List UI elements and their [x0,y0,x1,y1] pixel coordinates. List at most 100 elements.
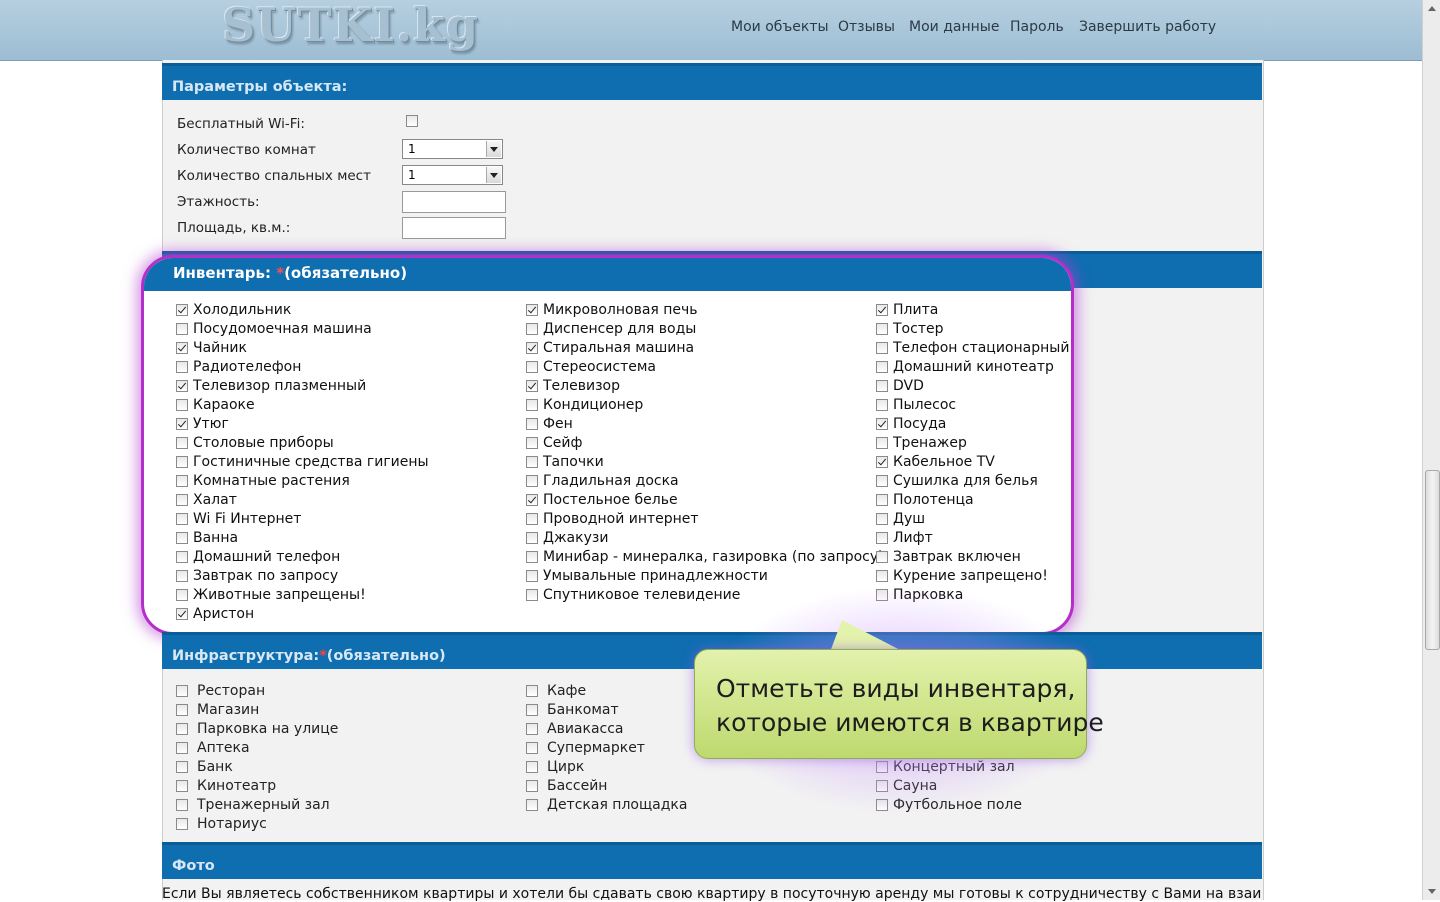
inventory-checkbox[interactable] [526,531,538,544]
inventory-checkbox[interactable] [876,322,888,335]
infrastructure-checkbox[interactable] [176,741,188,754]
beds-select[interactable]: 1 [402,165,503,185]
inventory-item[interactable]: Холодильник [176,300,291,319]
inventory-item[interactable]: Wi Fi Интернет [176,509,301,528]
infrastructure-item[interactable]: Цирк [526,757,584,776]
infrastructure-checkbox[interactable] [176,703,188,716]
inventory-checkbox[interactable] [176,322,188,335]
inventory-item[interactable]: Домашний телефон [176,547,340,566]
inventory-checkbox[interactable] [526,512,538,525]
inventory-checkbox[interactable] [876,474,888,487]
inventory-item[interactable]: Стереосистема [526,357,656,376]
inventory-checkbox[interactable] [876,303,888,316]
inventory-checkbox[interactable] [176,360,188,373]
inventory-checkbox[interactable] [876,379,888,392]
inventory-item[interactable]: Минибар - минералка, газировка (по запро… [526,547,884,566]
inventory-item[interactable]: Пылесос [876,395,956,414]
inventory-item[interactable]: Тостер [876,319,943,338]
inventory-checkbox[interactable] [526,322,538,335]
inventory-checkbox[interactable] [526,455,538,468]
infrastructure-item[interactable]: Ресторан [176,681,265,700]
inventory-checkbox[interactable] [526,569,538,582]
inventory-item[interactable]: Стиральная машина [526,338,694,357]
inventory-item[interactable]: Гладильная доска [526,471,679,490]
inventory-item[interactable]: Халат [176,490,237,509]
inventory-item[interactable]: Завтрак по запросу [176,566,338,585]
inventory-item[interactable]: Столовые приборы [176,433,334,452]
inventory-item[interactable]: Животные запрещены! [176,585,366,604]
inventory-checkbox[interactable] [876,550,888,563]
inventory-checkbox[interactable] [526,474,538,487]
inventory-checkbox[interactable] [526,398,538,411]
inventory-item[interactable]: Ванна [176,528,238,547]
inventory-checkbox[interactable] [876,360,888,373]
inventory-checkbox[interactable] [176,379,188,392]
infrastructure-checkbox[interactable] [526,722,538,735]
inventory-item[interactable]: Телевизор [526,376,620,395]
scroll-down-icon[interactable] [1423,883,1440,900]
inventory-item[interactable]: Посуда [876,414,946,433]
nav-my-data[interactable]: Мои данные [909,19,999,35]
inventory-checkbox[interactable] [526,550,538,563]
inventory-checkbox[interactable] [176,474,188,487]
inventory-item[interactable]: Телевизор плазменный [176,376,366,395]
inventory-checkbox[interactable] [176,417,188,430]
nav-logout[interactable]: Завершить работу [1079,19,1216,35]
inventory-item[interactable]: Кондиционер [526,395,643,414]
inventory-item[interactable]: Чайник [176,338,247,357]
infrastructure-item[interactable]: Тренажерный зал [176,795,330,814]
inventory-item[interactable]: Умывальные принадлежности [526,566,768,585]
infrastructure-item[interactable]: Бассейн [526,776,607,795]
inventory-checkbox[interactable] [526,303,538,316]
inventory-checkbox[interactable] [176,341,188,354]
inventory-item[interactable]: Джакузи [526,528,608,547]
nav-reviews[interactable]: Отзывы [838,19,895,35]
inventory-item[interactable]: Радиотелефон [176,357,301,376]
inventory-item[interactable]: Тапочки [526,452,604,471]
inventory-item[interactable]: Фен [526,414,573,433]
rooms-select[interactable]: 1 [402,139,503,159]
infrastructure-item[interactable]: Парковка на улице [176,719,338,738]
infrastructure-checkbox[interactable] [176,798,188,811]
inventory-item[interactable]: Проводной интернет [526,509,699,528]
nav-password[interactable]: Пароль [1010,19,1064,35]
inventory-checkbox[interactable] [176,512,188,525]
inventory-checkbox[interactable] [176,550,188,563]
inventory-item[interactable]: Душ [876,509,925,528]
inventory-item[interactable]: Микроволновая печь [526,300,698,319]
scroll-up-icon[interactable] [1423,0,1440,17]
floors-input[interactable] [402,191,506,213]
infrastructure-checkbox[interactable] [526,779,538,792]
infrastructure-item[interactable]: Магазин [176,700,259,719]
inventory-checkbox[interactable] [176,569,188,582]
inventory-checkbox[interactable] [876,569,888,582]
inventory-item[interactable]: Комнатные растения [176,471,350,490]
inventory-item[interactable]: Утюг [176,414,229,433]
infrastructure-checkbox[interactable] [176,684,188,697]
inventory-checkbox[interactable] [876,455,888,468]
inventory-checkbox[interactable] [526,588,538,601]
inventory-checkbox[interactable] [526,436,538,449]
infrastructure-checkbox[interactable] [526,798,538,811]
infrastructure-item[interactable]: Банкомат [526,700,619,719]
infrastructure-checkbox[interactable] [176,722,188,735]
infrastructure-checkbox[interactable] [176,760,188,773]
inventory-checkbox[interactable] [176,531,188,544]
area-input[interactable] [402,217,506,239]
inventory-checkbox[interactable] [876,398,888,411]
inventory-item[interactable]: Плита [876,300,938,319]
inventory-item[interactable]: Посудомоечная машина [176,319,372,338]
infrastructure-item[interactable]: Банк [176,757,233,776]
inventory-checkbox[interactable] [176,493,188,506]
inventory-checkbox[interactable] [526,360,538,373]
inventory-item[interactable]: Тренажер [876,433,967,452]
inventory-item[interactable]: Домашний кинотеатр [876,357,1054,376]
inventory-item[interactable]: Полотенца [876,490,974,509]
inventory-checkbox[interactable] [526,379,538,392]
inventory-checkbox[interactable] [176,455,188,468]
infrastructure-checkbox[interactable] [526,703,538,716]
infrastructure-checkbox[interactable] [526,760,538,773]
inventory-item[interactable]: Лифт [876,528,933,547]
inventory-item[interactable]: Курение запрещено! [876,566,1048,585]
site-logo[interactable]: SUTKI.kg [222,0,479,52]
